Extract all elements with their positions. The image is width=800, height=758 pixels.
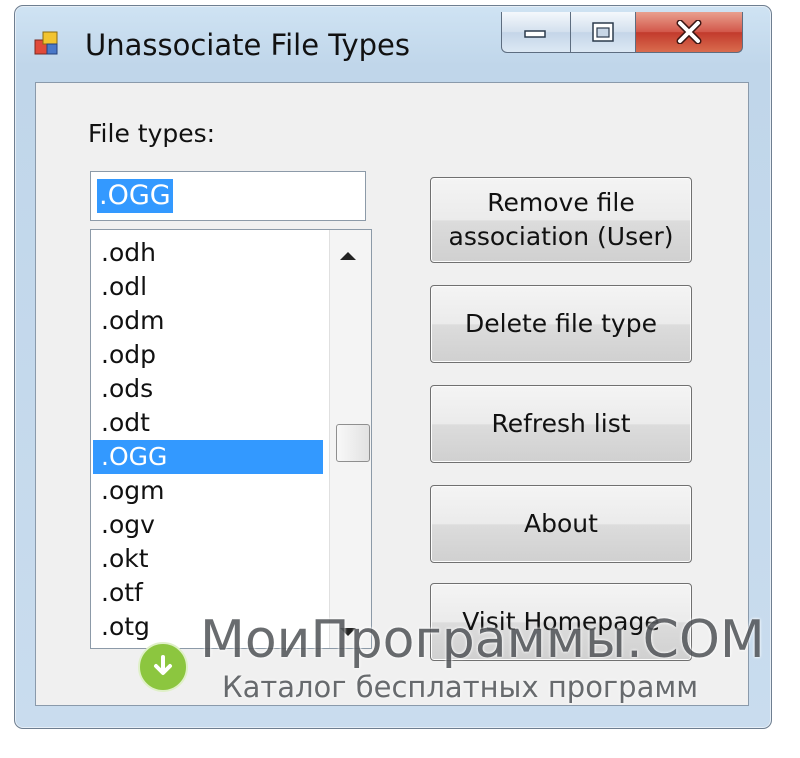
- list-item[interactable]: .okt: [93, 542, 323, 576]
- delete-file-type-button[interactable]: Delete file type: [430, 285, 692, 363]
- list-item[interactable]: .ogv: [93, 508, 323, 542]
- minimize-button[interactable]: [501, 12, 571, 53]
- list-item[interactable]: .odl: [93, 270, 323, 304]
- window-title: Unassociate File Types: [85, 28, 411, 62]
- app-icon: [34, 31, 58, 55]
- list-item[interactable]: .otg: [93, 610, 323, 644]
- scrollbar-thumb[interactable]: [336, 424, 370, 462]
- list-item[interactable]: .odt: [93, 406, 323, 440]
- file-types-list[interactable]: .odh .odl .odm .odp .ods .odt .OGG .ogm …: [90, 229, 372, 649]
- list-item[interactable]: .ods: [93, 372, 323, 406]
- scroll-up-arrow-icon[interactable]: [340, 252, 356, 260]
- list-item[interactable]: .ogm: [93, 474, 323, 508]
- close-icon: [676, 20, 702, 44]
- remove-file-association-button[interactable]: Remove file association (User): [430, 177, 692, 263]
- file-type-input[interactable]: .OGG: [90, 171, 366, 221]
- remove-button-line1: Remove file: [487, 188, 635, 217]
- file-type-input-value: .OGG: [97, 179, 173, 213]
- list-item[interactable]: .odh: [93, 236, 323, 270]
- remove-button-line2: association (User): [448, 222, 674, 251]
- scroll-down-arrow-icon[interactable]: [340, 628, 356, 636]
- visit-homepage-button[interactable]: Visit Homepage: [430, 583, 692, 661]
- maximize-icon: [592, 22, 614, 42]
- list-item[interactable]: .otf: [93, 576, 323, 610]
- list-item[interactable]: .odp: [93, 338, 323, 372]
- refresh-list-button[interactable]: Refresh list: [430, 385, 692, 463]
- title-bar[interactable]: Unassociate File Types: [15, 6, 771, 82]
- close-button[interactable]: [635, 12, 743, 53]
- maximize-button[interactable]: [570, 12, 636, 53]
- app-window: Unassociate File Types File types: .OGG …: [14, 5, 772, 729]
- file-types-label: File types:: [88, 119, 216, 148]
- list-item-selected[interactable]: .OGG: [93, 440, 323, 474]
- list-scrollbar[interactable]: [329, 230, 371, 648]
- dialog-body: File types: .OGG .odh .odl .odm .odp .od…: [35, 82, 749, 706]
- list-item[interactable]: .odm: [93, 304, 323, 338]
- about-button[interactable]: About: [430, 485, 692, 563]
- minimize-icon: [524, 30, 546, 38]
